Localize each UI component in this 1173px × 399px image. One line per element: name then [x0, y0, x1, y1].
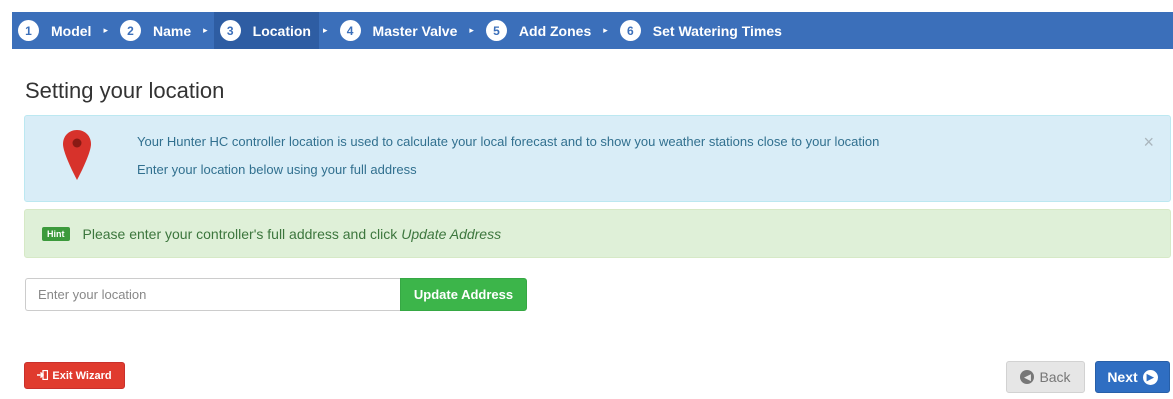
update-address-button[interactable]: Update Address: [400, 278, 527, 311]
step-number: 1: [18, 20, 39, 41]
step-number: 6: [619, 20, 641, 41]
step-label: Location: [252, 22, 311, 39]
location-input-group: Update Address: [25, 278, 527, 311]
step-label: Name: [152, 22, 192, 39]
step-label: Set Watering Times: [652, 22, 782, 39]
hint-badge: Hint: [42, 226, 70, 241]
chevron-right-icon: ▸: [203, 25, 208, 35]
sign-out-icon: [37, 369, 49, 383]
step-label: Master Valve: [372, 22, 458, 39]
location-input[interactable]: [25, 278, 400, 311]
hint-alert: Hint Please enter your controller's full…: [24, 209, 1171, 258]
chevron-right-circle-icon: ▶: [1142, 369, 1158, 385]
wizard-step-master-valve[interactable]: 4 Master Valve: [334, 12, 466, 49]
exit-wizard-button[interactable]: Exit Wizard: [24, 362, 125, 389]
close-icon[interactable]: ×: [1143, 133, 1154, 151]
hint-emphasis: Update Address: [401, 225, 502, 242]
chevron-right-icon: ▸: [603, 25, 608, 35]
wizard-step-set-watering-times[interactable]: 6 Set Watering Times: [614, 12, 790, 49]
step-number: 3: [219, 20, 241, 41]
chevron-left-circle-icon: ◀: [1020, 370, 1035, 384]
next-button[interactable]: Next ▶: [1095, 361, 1170, 393]
wizard-step-bar: 1 Model ▸ 2 Name ▸ 3 Location ▸ 4 Master…: [12, 12, 1173, 49]
step-label: Model: [51, 22, 92, 39]
step-label: Add Zones: [518, 22, 592, 39]
next-label: Next: [1107, 369, 1138, 385]
info-text-line1: Your Hunter HC controller location is us…: [137, 134, 880, 149]
back-button[interactable]: ◀ Back: [1006, 361, 1085, 393]
location-info-alert: Your Hunter HC controller location is us…: [24, 115, 1171, 202]
step-number: 4: [339, 20, 361, 41]
back-label: Back: [1039, 369, 1071, 385]
chevron-right-icon: ▸: [103, 25, 108, 35]
page-title: Setting your location: [25, 78, 225, 103]
wizard-step-add-zones[interactable]: 5 Add Zones: [480, 12, 599, 49]
hint-text: Please enter your controller's full addr…: [82, 225, 398, 242]
map-pin-icon: [62, 129, 92, 186]
step-number: 2: [119, 20, 141, 41]
wizard-step-location[interactable]: 3 Location: [213, 12, 319, 49]
exit-wizard-label: Exit Wizard: [52, 369, 112, 382]
info-text-line2: Enter your location below using your ful…: [137, 162, 417, 177]
wizard-step-model[interactable]: 1 Model: [12, 12, 99, 49]
step-number: 5: [485, 20, 507, 41]
chevron-right-icon: ▸: [469, 25, 474, 35]
wizard-step-name[interactable]: 2 Name: [114, 12, 199, 49]
chevron-right-icon: ▸: [323, 25, 328, 35]
